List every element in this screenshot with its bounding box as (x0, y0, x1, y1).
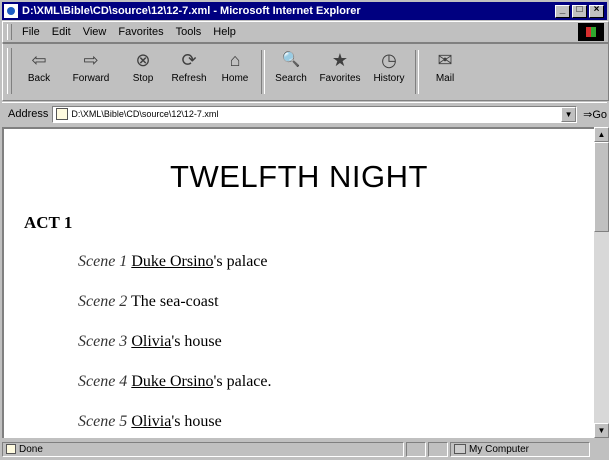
page-icon (6, 444, 16, 454)
home-icon: ⌂ (229, 50, 241, 70)
scene-label: Scene 2 (78, 293, 128, 310)
history-icon: ◷ (381, 50, 397, 70)
vertical-scrollbar[interactable]: ▲ ▼ (594, 127, 609, 438)
history-button[interactable]: ◷ History (366, 48, 412, 84)
forward-arrow-icon: ⇨ (83, 50, 99, 70)
menu-file[interactable]: File (22, 26, 40, 38)
scroll-thumb[interactable] (594, 142, 609, 232)
security-zone-panel: My Computer (450, 441, 590, 457)
document-view: TWELFTH NIGHT ACT 1 Scene 1 Duke Orsino'… (2, 127, 594, 438)
scene-line: Scene 4 Duke Orsino's palace. (78, 373, 272, 391)
back-arrow-icon: ⇦ (31, 50, 47, 70)
title-bar[interactable]: D:\XML\Bible\CD\source\12\12-7.xml - Mic… (2, 2, 607, 20)
refresh-button[interactable]: ⟳ Refresh (166, 48, 212, 84)
scene-location: 's palace (213, 253, 268, 270)
scene-label: Scene 1 (78, 253, 128, 270)
menu-bar: File Edit View Favorites Tools Help (2, 21, 609, 43)
character-link[interactable]: Duke Orsino (131, 253, 213, 270)
status-bar: Done My Computer (2, 440, 607, 458)
address-bar: Address D:\XML\Bible\CD\source\12\12-7.x… (2, 102, 607, 125)
favorites-icon: ★ (331, 50, 349, 70)
toolbar-separator (415, 50, 419, 94)
address-label: Address (8, 108, 49, 120)
scene-label: Scene 3 (78, 333, 128, 350)
mail-icon: ✉ (437, 50, 453, 70)
scene-line: Scene 1 Duke Orsino's palace (78, 253, 268, 271)
menu-grip[interactable] (7, 24, 12, 40)
menu-tools[interactable]: Tools (176, 26, 202, 38)
scene-location: The sea-coast (131, 293, 219, 310)
menu-edit[interactable]: Edit (52, 26, 71, 38)
scroll-down-button[interactable]: ▼ (594, 423, 609, 438)
zone-text: My Computer (469, 443, 530, 455)
refresh-icon: ⟳ (181, 50, 197, 70)
stop-button[interactable]: ⊗ Stop (120, 48, 166, 84)
menu-view[interactable]: View (83, 26, 107, 38)
character-link[interactable]: Olivia (131, 413, 171, 430)
status-panel (406, 441, 426, 457)
play-title: TWELFTH NIGHT (170, 159, 428, 194)
favorites-button[interactable]: ★ Favorites (314, 48, 366, 84)
window-title: D:\XML\Bible\CD\source\12\12-7.xml - Mic… (22, 5, 361, 17)
scene-line: Scene 3 Olivia's house (78, 333, 222, 351)
toolbar-grip[interactable] (7, 48, 12, 94)
toolbar-separator (261, 50, 265, 94)
address-dropdown-button[interactable]: ▼ (561, 106, 577, 122)
computer-icon (454, 444, 466, 454)
windows-logo-icon (578, 23, 604, 41)
act-heading: ACT 1 (24, 213, 73, 232)
home-button[interactable]: ⌂ Home (212, 48, 258, 84)
browser-window: D:\XML\Bible\CD\source\12\12-7.xml - Mic… (0, 0, 609, 460)
character-link[interactable]: Olivia (131, 333, 171, 350)
menu-help[interactable]: Help (213, 26, 236, 38)
stop-icon: ⊗ (135, 50, 151, 70)
scene-label: Scene 5 (78, 413, 128, 430)
back-button[interactable]: ⇦ Back (16, 48, 62, 84)
go-button[interactable]: ⇒Go (583, 108, 607, 121)
forward-button[interactable]: ⇨ Forward (62, 48, 120, 84)
mail-button[interactable]: ✉ Mail (422, 48, 468, 84)
close-button[interactable]: × (589, 4, 604, 18)
page-icon (56, 108, 69, 120)
search-icon: 🔍 (281, 51, 301, 68)
scene-line: Scene 5 Olivia's house (78, 413, 222, 431)
status-text: Done (19, 443, 43, 455)
maximize-button[interactable]: □ (572, 4, 587, 18)
scene-line: Scene 2 The sea-coast (78, 293, 219, 311)
character-link[interactable]: Duke Orsino (131, 373, 213, 390)
scene-location: 's house (171, 333, 222, 350)
address-url: D:\XML\Bible\CD\source\12\12-7.xml (71, 109, 219, 119)
menu-favorites[interactable]: Favorites (118, 26, 163, 38)
minimize-button[interactable]: _ (555, 4, 570, 18)
scroll-up-button[interactable]: ▲ (594, 127, 609, 142)
ie-app-icon[interactable] (4, 4, 18, 18)
status-text-panel: Done (2, 441, 404, 457)
scene-location: 's palace. (213, 373, 272, 390)
address-input[interactable]: D:\XML\Bible\CD\source\12\12-7.xml ▼ (52, 105, 578, 123)
scene-label: Scene 4 (78, 373, 128, 390)
status-panel (428, 441, 448, 457)
standard-toolbar: ⇦ Back ⇨ Forward ⊗ Stop ⟳ Refresh ⌂ Home… (2, 43, 609, 101)
scene-location: 's house (171, 413, 222, 430)
search-button[interactable]: 🔍 Search (268, 48, 314, 84)
